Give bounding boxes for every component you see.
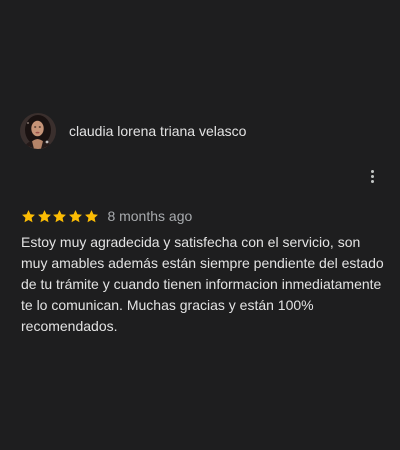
star-icon — [37, 209, 51, 222]
star-icon — [22, 209, 35, 222]
star-rating — [21, 209, 99, 224]
review-header: claudia lorena triana velasco — [20, 113, 246, 149]
reviewer-name[interactable]: claudia lorena triana velasco — [69, 123, 246, 139]
more-options-button[interactable] — [362, 165, 382, 187]
star-icon — [53, 209, 67, 222]
review-timestamp: 8 months ago — [107, 208, 193, 224]
avatar-photo — [20, 113, 56, 149]
review-text: Estoy muy agradecida y satisfecha con el… — [21, 234, 384, 334]
more-vertical-icon — [370, 169, 374, 173]
review-card: claudia lorena triana velasco 8 months a… — [0, 0, 400, 450]
reviewer-avatar[interactable] — [20, 113, 56, 149]
star-icon — [69, 209, 82, 222]
star-icon — [84, 209, 98, 222]
rating-row: 8 months ago — [21, 207, 192, 225]
